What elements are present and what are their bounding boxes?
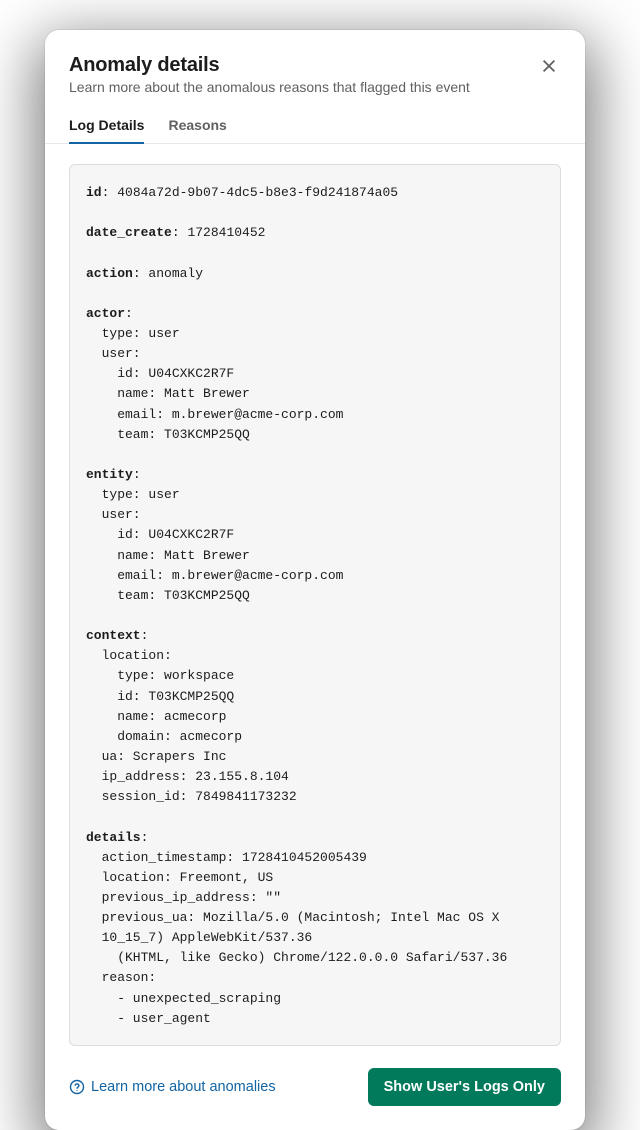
log-actor-team: team: T03KCMP25QQ bbox=[86, 427, 250, 442]
close-icon bbox=[540, 57, 558, 75]
log-content: id: 4084a72d-9b07-4dc5-b8e3-f9d241874a05… bbox=[69, 164, 561, 1046]
log-entity-name: name: Matt Brewer bbox=[86, 548, 250, 563]
learn-more-label: Learn more about anomalies bbox=[91, 1079, 276, 1095]
log-entity-email: email: m.brewer@acme-corp.com bbox=[86, 568, 343, 583]
log-ctx-loc-name: name: acmecorp bbox=[86, 709, 226, 724]
log-value-date-create: 1728410452 bbox=[187, 225, 265, 240]
log-ctx-loc-id: id: T03KCMP25QQ bbox=[86, 689, 234, 704]
modal-title: Anomaly details bbox=[69, 54, 561, 77]
tab-log-details[interactable]: Log Details bbox=[69, 109, 144, 143]
modal-subtitle: Learn more about the anomalous reasons t… bbox=[69, 79, 561, 95]
log-ctx-session: session_id: 7849841173232 bbox=[86, 789, 297, 804]
log-det-prev-ua-1: previous_ua: Mozilla/5.0 (Macintosh; Int… bbox=[86, 910, 499, 925]
tab-bar: Log Details Reasons bbox=[45, 109, 585, 144]
log-key-context: context bbox=[86, 628, 141, 643]
learn-more-link[interactable]: Learn more about anomalies bbox=[69, 1079, 276, 1095]
log-actor-email: email: m.brewer@acme-corp.com bbox=[86, 407, 343, 422]
modal-header: Anomaly details Learn more about the ano… bbox=[45, 54, 585, 109]
log-entity-type: type: user bbox=[86, 487, 180, 502]
log-value-id: 4084a72d-9b07-4dc5-b8e3-f9d241874a05 bbox=[117, 185, 398, 200]
log-details-panel: id: 4084a72d-9b07-4dc5-b8e3-f9d241874a05… bbox=[45, 144, 585, 1046]
log-key-actor: actor bbox=[86, 306, 125, 321]
anomaly-details-modal: Anomaly details Learn more about the ano… bbox=[45, 30, 585, 1130]
log-det-reason-1: - unexpected_scraping bbox=[86, 991, 281, 1006]
show-users-logs-button[interactable]: Show User's Logs Only bbox=[368, 1068, 561, 1106]
log-det-loc: location: Freemont, US bbox=[86, 870, 273, 885]
log-actor-type: type: user bbox=[86, 326, 180, 341]
log-det-reason: reason: bbox=[86, 970, 156, 985]
log-key-entity: entity bbox=[86, 467, 133, 482]
log-ctx-loc-type: type: workspace bbox=[86, 668, 234, 683]
log-entity-team: team: T03KCMP25QQ bbox=[86, 588, 250, 603]
log-actor-user: user: bbox=[86, 346, 141, 361]
log-actor-id: id: U04CXKC2R7F bbox=[86, 366, 234, 381]
log-key-date-create: date_create bbox=[86, 225, 172, 240]
log-key-action: action bbox=[86, 266, 133, 281]
log-key-id: id bbox=[86, 185, 102, 200]
close-button[interactable] bbox=[533, 50, 565, 82]
log-value-action: anomaly bbox=[148, 266, 203, 281]
modal-footer: Learn more about anomalies Show User's L… bbox=[45, 1046, 585, 1106]
log-det-prev-ua-2: 10_15_7) AppleWebKit/537.36 bbox=[86, 930, 312, 945]
tab-reasons[interactable]: Reasons bbox=[168, 109, 226, 143]
log-ctx-location: location: bbox=[86, 648, 172, 663]
log-ctx-loc-domain: domain: acmecorp bbox=[86, 729, 242, 744]
log-det-ts: action_timestamp: 1728410452005439 bbox=[86, 850, 367, 865]
log-entity-id: id: U04CXKC2R7F bbox=[86, 527, 234, 542]
log-ctx-ua: ua: Scrapers Inc bbox=[86, 749, 226, 764]
log-ctx-ip: ip_address: 23.155.8.104 bbox=[86, 769, 289, 784]
log-det-reason-2: - user_agent bbox=[86, 1011, 211, 1026]
help-icon bbox=[69, 1079, 85, 1095]
log-key-details: details bbox=[86, 830, 141, 845]
log-actor-name: name: Matt Brewer bbox=[86, 386, 250, 401]
log-det-prev-ua-3: (KHTML, like Gecko) Chrome/122.0.0.0 Saf… bbox=[86, 950, 507, 965]
log-entity-user: user: bbox=[86, 507, 141, 522]
log-det-prev-ip: previous_ip_address: "" bbox=[86, 890, 281, 905]
